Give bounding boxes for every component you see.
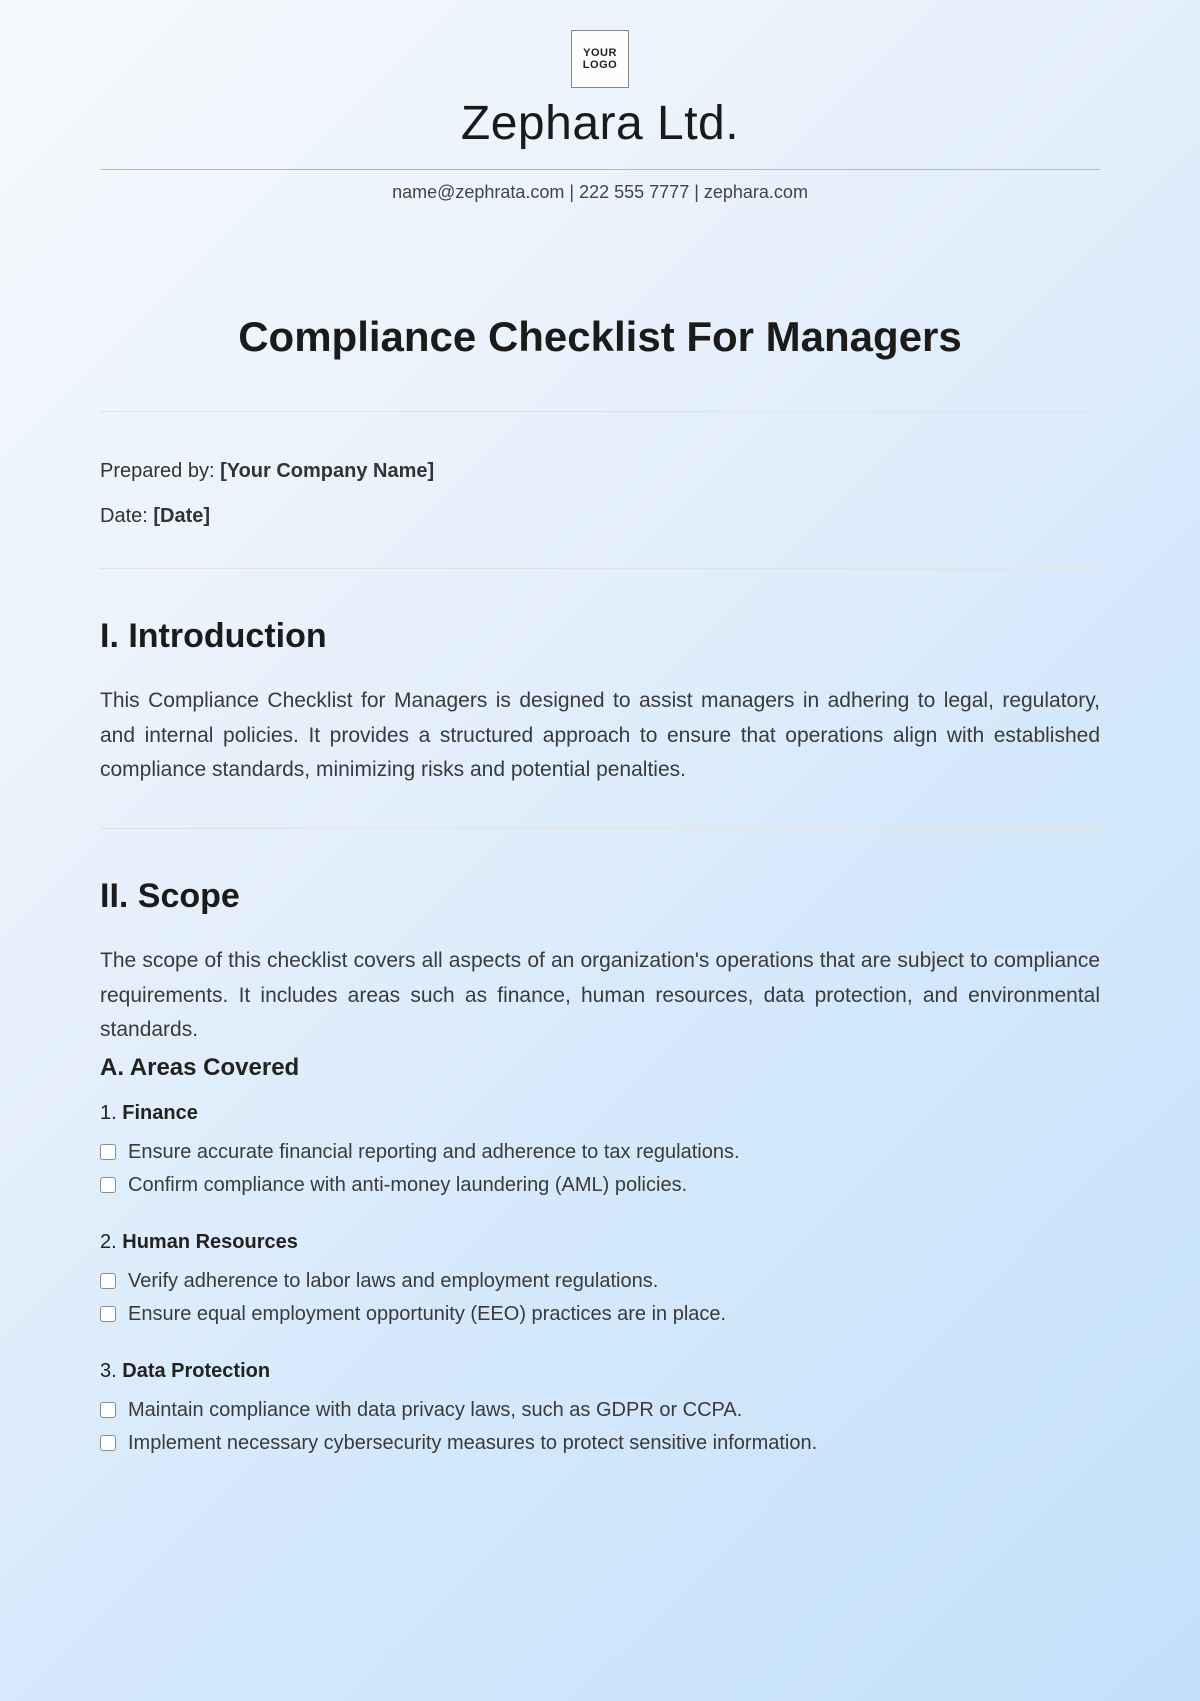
header-rule: [100, 169, 1100, 170]
area-num: 3.: [100, 1360, 117, 1382]
checklist-text: Ensure accurate financial reporting and …: [128, 1141, 740, 1164]
checkbox-icon[interactable]: [100, 1402, 116, 1418]
checklist-text: Maintain compliance with data privacy la…: [128, 1399, 742, 1422]
area-data-heading: 3. Data Protection: [100, 1360, 1100, 1383]
checkbox-icon[interactable]: [100, 1306, 116, 1322]
area-label: Human Resources: [122, 1231, 298, 1253]
section-scope-heading: II. Scope: [100, 877, 1100, 916]
contact-line: name@zephrata.com | 222 555 7777 | zepha…: [100, 182, 1100, 203]
checklist-text: Ensure equal employment opportunity (EEO…: [128, 1303, 726, 1326]
document-page: YOUR LOGO Zephara Ltd. name@zephrata.com…: [0, 0, 1200, 1701]
title-rule: [100, 411, 1100, 412]
date-label: Date:: [100, 505, 153, 527]
checklist-item: Ensure equal employment opportunity (EEO…: [100, 1303, 1100, 1326]
checklist-text: Confirm compliance with anti-money laund…: [128, 1174, 687, 1197]
area-label: Finance: [122, 1102, 198, 1124]
date-value: [Date]: [153, 505, 210, 527]
checklist-item: Implement necessary cybersecurity measur…: [100, 1432, 1100, 1455]
section-scope-body: The scope of this checklist covers all a…: [100, 944, 1100, 1048]
checklist-item: Confirm compliance with anti-money laund…: [100, 1174, 1100, 1197]
checklist-text: Implement necessary cybersecurity measur…: [128, 1432, 817, 1455]
prepared-by-value: [Your Company Name]: [220, 460, 434, 482]
area-hr-heading: 2. Human Resources: [100, 1231, 1100, 1254]
logo-placeholder: YOUR LOGO: [571, 30, 629, 88]
company-name: Zephara Ltd.: [100, 96, 1100, 151]
checklist-item: Maintain compliance with data privacy la…: [100, 1399, 1100, 1422]
scope-sub-heading: A. Areas Covered: [100, 1054, 1100, 1082]
area-label: Data Protection: [122, 1360, 270, 1382]
checkbox-icon[interactable]: [100, 1435, 116, 1451]
logo-text: YOUR LOGO: [572, 47, 628, 71]
section-intro-heading: I. Introduction: [100, 617, 1100, 656]
area-num: 1.: [100, 1102, 117, 1124]
checkbox-icon[interactable]: [100, 1177, 116, 1193]
section-intro-body: This Compliance Checklist for Managers i…: [100, 684, 1100, 788]
checklist-item: Ensure accurate financial reporting and …: [100, 1141, 1100, 1164]
document-title: Compliance Checklist For Managers: [100, 313, 1100, 361]
prepared-by-line: Prepared by: [Your Company Name]: [100, 460, 1100, 483]
area-finance-heading: 1. Finance: [100, 1102, 1100, 1125]
date-line: Date: [Date]: [100, 505, 1100, 528]
checkbox-icon[interactable]: [100, 1144, 116, 1160]
checkbox-icon[interactable]: [100, 1273, 116, 1289]
meta-rule: [100, 568, 1100, 569]
intro-rule: [100, 828, 1100, 829]
checklist-item: Verify adherence to labor laws and emplo…: [100, 1270, 1100, 1293]
checklist-text: Verify adherence to labor laws and emplo…: [128, 1270, 658, 1293]
area-num: 2.: [100, 1231, 117, 1253]
prepared-by-label: Prepared by:: [100, 460, 220, 482]
